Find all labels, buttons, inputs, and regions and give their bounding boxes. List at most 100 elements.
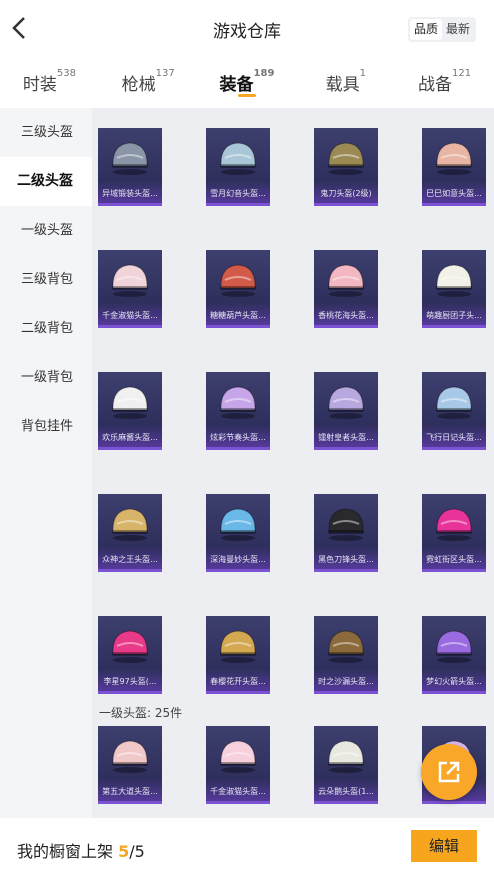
showcase-current: 5 <box>118 842 130 861</box>
tab-count: 137 <box>155 68 175 79</box>
helmet-icon <box>112 740 148 773</box>
item-card[interactable]: 雪月幻音头盔... <box>206 128 270 206</box>
sort-quality-button[interactable]: 品质 <box>409 19 442 40</box>
sidebar-item-2[interactable]: 一级头盔 <box>0 206 92 255</box>
item-card[interactable]: 香桃花海头盔... <box>314 250 378 328</box>
item-card[interactable]: 千金淑猫头盔... <box>98 250 162 328</box>
helmet-icon <box>220 142 256 175</box>
item-name: 飞行日记头盔... <box>426 433 482 442</box>
item-card[interactable]: 糖糖葫芦头盔... <box>206 250 270 328</box>
section-label: 一级头盔: 25件 <box>99 706 183 720</box>
sidebar-item-1[interactable]: 二级头盔 <box>0 157 92 206</box>
share-external-icon <box>438 761 460 783</box>
item-card[interactable]: 巳巳如意头盔... <box>422 128 486 206</box>
item-card[interactable]: 时之沙漏头盔... <box>314 616 378 694</box>
sidebar-item-4[interactable]: 二级背包 <box>0 304 92 353</box>
item-card[interactable]: 众神之王头盔... <box>98 494 162 572</box>
item-card[interactable]: 千金淑猫头盔... <box>206 726 270 804</box>
item-name: 雪月幻音头盔... <box>210 189 266 198</box>
item-name: 异域锻装头盔... <box>102 189 158 198</box>
item-name: 霓虹街区头盔... <box>426 555 482 564</box>
tab-count: 121 <box>452 68 472 79</box>
item-name: 千金淑猫头盔... <box>210 787 266 796</box>
item-card[interactable]: 云朵鹅头盔(1... <box>314 726 378 804</box>
item-card[interactable]: 春樱花开头盔... <box>206 616 270 694</box>
sort-toggle: 品质 最新 <box>407 17 476 42</box>
tab-label: 装备 <box>219 75 254 95</box>
sidebar-item-3[interactable]: 三级背包 <box>0 255 92 304</box>
helmet-icon <box>112 386 148 419</box>
item-card[interactable]: 深海曼妙头盔... <box>206 494 270 572</box>
helmet-icon <box>436 508 472 541</box>
helmet-icon <box>220 508 256 541</box>
item-name: 糖糖葫芦头盔... <box>210 311 266 320</box>
item-card[interactable]: 梦幻火箭头盔... <box>422 616 486 694</box>
item-card[interactable]: 黑色刀锋头盔... <box>314 494 378 572</box>
item-name: 春樱花开头盔... <box>210 677 266 686</box>
tab-label: 载具 <box>325 75 360 95</box>
sort-newest-button[interactable]: 最新 <box>442 19 474 40</box>
helmet-icon <box>328 630 364 663</box>
item-card[interactable]: 萌趣厨团子头... <box>422 250 486 328</box>
item-card[interactable]: 欢乐麻酱头盔... <box>98 372 162 450</box>
item-name: 梦幻火箭头盔... <box>426 677 482 686</box>
helmet-icon <box>220 630 256 663</box>
tab-3[interactable]: 载具1 <box>296 60 395 104</box>
tab-1[interactable]: 枪械137 <box>99 60 198 104</box>
helmet-icon <box>436 142 472 175</box>
item-name: 时之沙漏头盔... <box>318 677 374 686</box>
sidebar-item-6[interactable]: 背包挂件 <box>0 402 92 451</box>
helmet-icon <box>112 264 148 297</box>
item-card[interactable]: 霓虹街区头盔... <box>422 494 486 572</box>
sidebar: 三级头盔 二级头盔 一级头盔 三级背包 二级背包 一级背包 背包挂件 <box>0 108 92 818</box>
category-tabs: 时装538 枪械137 装备189 载具1 战备121 <box>0 60 494 104</box>
item-card[interactable]: 镭射皇者头盔... <box>314 372 378 450</box>
helmet-icon <box>328 740 364 773</box>
item-card[interactable]: 鬼刀头盔(2级) <box>314 128 378 206</box>
tab-0[interactable]: 时装538 <box>0 60 99 104</box>
tab-2[interactable]: 装备189 <box>198 60 297 104</box>
item-card[interactable]: 李星97头盔(... <box>98 616 162 694</box>
item-name: 香桃花海头盔... <box>318 311 374 320</box>
tab-count: 538 <box>56 68 76 79</box>
item-name: 众神之王头盔... <box>102 555 158 564</box>
item-grid-panel: 异域锻装头盔... 雪月幻音头盔... 鬼刀头盔(2级) 巳巳如意头盔... 千金淑猫头… <box>92 108 494 818</box>
item-name: 欢乐麻酱头盔... <box>102 433 158 442</box>
showcase-total: /5 <box>129 842 145 861</box>
item-card[interactable]: 第五大道头盔... <box>98 726 162 804</box>
helmet-icon <box>328 508 364 541</box>
item-card[interactable]: 异域锻装头盔... <box>98 128 162 206</box>
item-name: 千金淑猫头盔... <box>102 311 158 320</box>
helmet-icon <box>328 142 364 175</box>
sidebar-item-0[interactable]: 三级头盔 <box>0 108 92 157</box>
helmet-icon <box>436 630 472 663</box>
edit-button[interactable]: 编辑 <box>411 830 477 862</box>
item-name: 巳巳如意头盔... <box>426 189 482 198</box>
share-button[interactable] <box>421 744 477 800</box>
tab-underline <box>237 94 256 97</box>
helmet-icon <box>112 508 148 541</box>
helmet-icon <box>220 264 256 297</box>
item-name: 李星97头盔(... <box>103 677 157 686</box>
item-name: 第五大道头盔... <box>102 787 158 796</box>
item-name: 黑色刀锋头盔... <box>318 555 374 564</box>
item-name: 镭射皇者头盔... <box>318 433 374 442</box>
helmet-icon <box>220 386 256 419</box>
item-name: 鬼刀头盔(2级) <box>320 189 372 198</box>
tab-label: 时装 <box>22 75 57 95</box>
header: 游戏仓库 品质 最新 <box>0 0 494 58</box>
tab-label: 战备 <box>418 75 453 95</box>
item-name: 萌趣厨团子头... <box>426 311 482 320</box>
item-card[interactable]: 飞行日记头盔... <box>422 372 486 450</box>
tab-label: 枪械 <box>121 75 156 95</box>
sidebar-item-5[interactable]: 一级背包 <box>0 353 92 402</box>
item-card[interactable]: 炫彩节奏头盔... <box>206 372 270 450</box>
tab-count: 189 <box>253 68 275 79</box>
showcase-status: 我的橱窗上架 5/5 <box>17 838 145 862</box>
tab-4[interactable]: 战备121 <box>395 60 494 104</box>
footer: 我的橱窗上架 5/5 编辑 <box>0 818 494 875</box>
helmet-icon <box>328 386 364 419</box>
item-grid: 异域锻装头盔... 雪月幻音头盔... 鬼刀头盔(2级) 巳巳如意头盔... 千金淑猫头… <box>98 128 494 694</box>
showcase-label: 我的橱窗上架 <box>17 842 114 861</box>
helmet-icon <box>112 142 148 175</box>
